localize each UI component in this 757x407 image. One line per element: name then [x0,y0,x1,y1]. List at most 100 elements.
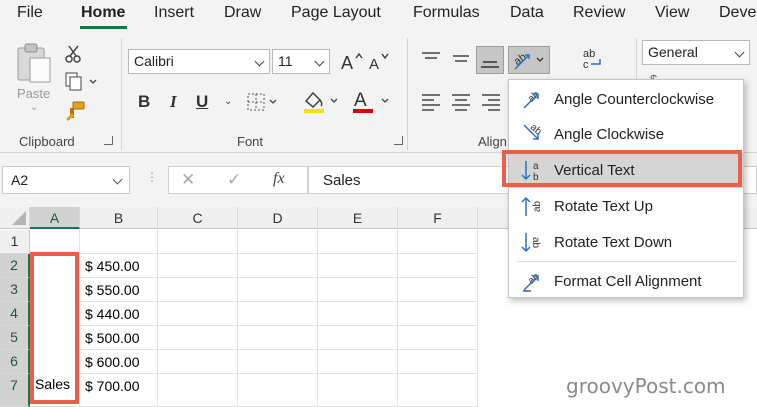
chevron-down-icon[interactable] [734,47,745,58]
italic-button[interactable]: I [170,92,177,112]
insert-function-icon[interactable]: fx [273,170,285,188]
cell-f1[interactable] [398,230,478,254]
decrease-font-size-button[interactable]: A [368,50,392,77]
column-header-c[interactable]: C [158,207,238,229]
enter-icon[interactable]: ✓ [227,170,241,190]
top-align-button[interactable] [420,49,442,74]
cell-e1[interactable] [318,230,398,254]
cell-e3[interactable] [318,278,398,302]
chevron-down-icon[interactable] [112,174,123,185]
cell-f7[interactable] [398,374,478,407]
middle-align-button[interactable] [450,49,472,74]
more-options-icon[interactable]: ⋮ [146,170,158,184]
tab-view[interactable]: View [655,4,689,22]
tab-draw[interactable]: Draw [224,4,261,22]
menu-item-format-cell-alignment[interactable]: ab Format Cell Alignment [509,263,743,299]
cell-d5[interactable] [238,326,318,350]
row-header-6[interactable]: 6 [0,350,30,374]
chevron-down-icon[interactable] [381,98,389,103]
tab-developer[interactable]: Deve [719,4,756,22]
cell-b7[interactable]: $ 700.00 [80,374,158,407]
paste-button[interactable] [14,42,54,89]
menu-item-rotate-text-down[interactable]: ab Rotate Text Down [509,224,743,260]
align-left-button[interactable] [420,92,442,117]
cell-c5[interactable] [158,326,238,350]
cell-c7[interactable] [158,374,238,407]
cell-d7[interactable] [238,374,318,407]
cancel-icon[interactable]: ✕ [181,170,195,190]
cell-c1[interactable] [158,230,238,254]
cell-f5[interactable] [398,326,478,350]
orientation-button[interactable]: ab [508,46,550,74]
row-header-5[interactable]: 5 [0,326,30,350]
font-dialog-launcher-icon[interactable] [394,136,403,145]
paste-label[interactable]: Paste [17,86,50,101]
cell-e5[interactable] [318,326,398,350]
column-header-e[interactable]: E [318,207,398,229]
cell-c3[interactable] [158,278,238,302]
cell-b3[interactable]: $ 550.00 [80,278,158,302]
number-format-select[interactable]: General [642,40,750,65]
underline-dropdown-icon[interactable]: ⌄ [224,96,232,107]
fill-color-button[interactable] [302,89,342,120]
cut-button[interactable] [64,44,84,69]
row-header-7[interactable]: 7 [0,374,30,407]
bottom-align-button[interactable] [476,46,504,74]
wrap-text-button[interactable]: ab c [580,46,606,77]
align-center-button[interactable] [450,92,472,117]
tab-insert[interactable]: Insert [154,4,194,22]
underline-button[interactable]: U [196,92,208,112]
cell-e6[interactable] [318,350,398,374]
cell-f3[interactable] [398,278,478,302]
cell-d4[interactable] [238,302,318,326]
row-header-2[interactable]: 2 [0,254,30,278]
cell-f4[interactable] [398,302,478,326]
cell-a1[interactable] [30,230,80,254]
format-painter-button[interactable] [64,100,86,127]
cell-b6[interactable]: $ 600.00 [80,350,158,374]
align-right-button[interactable] [480,92,502,117]
cell-b5[interactable]: $ 500.00 [80,326,158,350]
cell-d2[interactable] [238,254,318,278]
cell-b4[interactable]: $ 440.00 [80,302,158,326]
cell-e2[interactable] [318,254,398,278]
cell-c2[interactable] [158,254,238,278]
chevron-down-icon[interactable] [254,56,265,67]
column-header-f[interactable]: F [398,207,478,229]
clipboard-dialog-launcher-icon[interactable] [104,136,113,145]
bold-button[interactable]: B [138,92,150,112]
tab-file[interactable]: File [17,4,43,22]
column-header-b[interactable]: B [80,207,158,229]
cell-b2[interactable]: $ 450.00 [80,254,158,278]
column-header-d[interactable]: D [238,207,318,229]
row-header-1[interactable]: 1 [0,230,30,254]
copy-button[interactable] [64,72,98,97]
name-box[interactable]: A2 [2,166,130,194]
tab-page-layout[interactable]: Page Layout [291,4,381,22]
font-color-button[interactable]: A [352,89,396,120]
tab-data[interactable]: Data [510,4,544,22]
row-header-3[interactable]: 3 [0,278,30,302]
cell-f6[interactable] [398,350,478,374]
cell-d3[interactable] [238,278,318,302]
cell-d1[interactable] [238,230,318,254]
tab-review[interactable]: Review [573,4,625,22]
tab-home[interactable]: Home [81,4,125,22]
borders-button[interactable] [246,92,280,117]
chevron-down-icon[interactable] [314,56,325,67]
cell-c4[interactable] [158,302,238,326]
increase-font-size-button[interactable]: A [340,50,364,77]
menu-item-angle-clockwise[interactable]: ab Angle Clockwise [509,116,743,152]
tab-formulas[interactable]: Formulas [413,4,480,22]
font-family-select[interactable]: Calibri [128,49,270,74]
cell-c6[interactable] [158,350,238,374]
select-all-corner[interactable] [0,207,30,229]
cell-b1[interactable] [80,230,158,254]
menu-item-rotate-text-up[interactable]: ab Rotate Text Up [509,188,743,224]
cell-f2[interactable] [398,254,478,278]
cell-e7[interactable] [318,374,398,407]
cell-e4[interactable] [318,302,398,326]
font-size-select[interactable]: 11 [272,49,330,74]
menu-item-angle-counterclockwise[interactable]: ab Angle Counterclockwise [509,81,743,117]
paste-dropdown-caret-icon[interactable]: ⌄ [30,102,38,113]
